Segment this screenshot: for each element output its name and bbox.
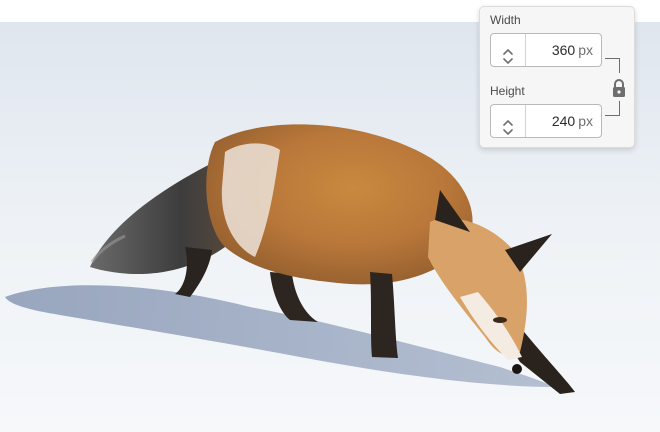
- width-field[interactable]: 360 px: [490, 33, 602, 67]
- width-label: Width: [490, 13, 521, 27]
- width-stepper[interactable]: [491, 34, 526, 66]
- width-unit: px: [578, 42, 593, 58]
- lock-icon[interactable]: [611, 78, 627, 98]
- height-input[interactable]: 240 px: [526, 105, 601, 137]
- height-unit: px: [578, 113, 593, 129]
- link-bracket-bottom: [605, 101, 620, 116]
- chevron-down-icon[interactable]: [501, 123, 515, 135]
- chevron-down-icon[interactable]: [501, 52, 515, 64]
- link-bracket-top: [605, 58, 620, 73]
- width-value: 360: [551, 42, 576, 58]
- height-field[interactable]: 240 px: [490, 104, 602, 138]
- height-value: 240: [551, 113, 576, 129]
- width-input[interactable]: 360 px: [526, 34, 601, 66]
- height-stepper[interactable]: [491, 105, 526, 137]
- height-label: Height: [490, 84, 525, 98]
- dimensions-panel: Width 360 px Height 240 px: [479, 6, 635, 148]
- chevron-up-icon[interactable]: [501, 42, 515, 55]
- chevron-up-icon[interactable]: [501, 113, 515, 126]
